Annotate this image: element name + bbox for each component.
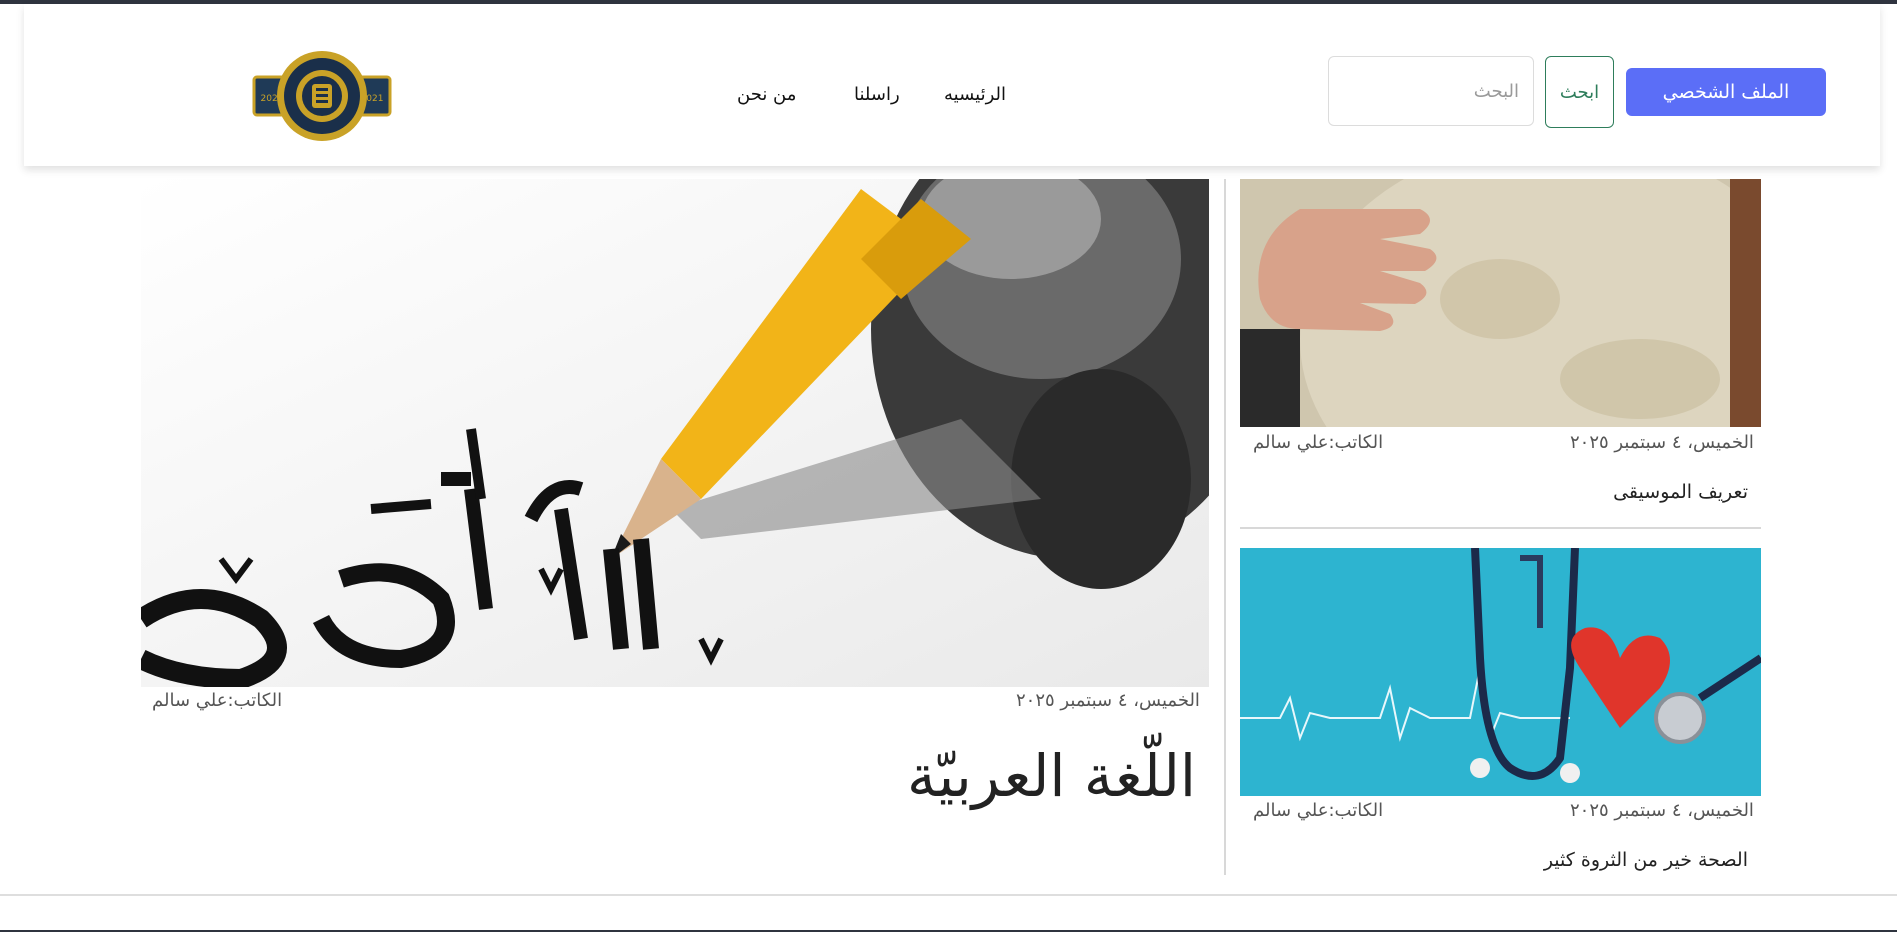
navbar: 2021 2021 الرئيسيه راسلنا من نحن ابحث ال… xyxy=(24,4,1880,166)
profile-button[interactable]: الملف الشخصي xyxy=(1626,68,1826,116)
footer-divider xyxy=(0,894,1897,896)
featured-article-title[interactable]: اللّغة العربيّة xyxy=(907,742,1196,810)
search-input[interactable] xyxy=(1328,56,1534,126)
side-articles-separator xyxy=(1240,527,1761,529)
nav-contact[interactable]: راسلنا xyxy=(854,84,900,105)
pencil-calligraphy-image xyxy=(141,179,1209,687)
site-logo[interactable]: 2021 2021 xyxy=(252,50,392,144)
featured-article-image[interactable] xyxy=(141,179,1209,687)
featured-article-author: الكاتب:علي سالم xyxy=(152,690,283,711)
side-article-1-author: الكاتب:علي سالم xyxy=(1253,432,1384,453)
side-article-1-title[interactable]: تعريف الموسيقى xyxy=(1613,481,1748,503)
side-article-2-author: الكاتب:علي سالم xyxy=(1253,800,1384,821)
nav-about[interactable]: من نحن xyxy=(737,84,796,105)
search-button[interactable]: ابحث xyxy=(1545,56,1614,128)
stethoscope-heart-image xyxy=(1240,548,1761,796)
side-article-2-title[interactable]: الصحة خير من الثروة كثير xyxy=(1544,849,1748,871)
side-article-2-image[interactable] xyxy=(1240,548,1761,796)
side-article-1-image[interactable] xyxy=(1240,179,1761,427)
side-article-2-date: الخميس، ٤ سبتمبر ٢٠٢٥ xyxy=(1570,800,1754,821)
column-divider xyxy=(1224,179,1226,875)
featured-article-date: الخميس، ٤ سبتمبر ٢٠٢٥ xyxy=(1016,690,1200,711)
frame-drum-image xyxy=(1240,179,1761,427)
nav-home[interactable]: الرئيسيه xyxy=(944,84,1006,105)
side-article-1-date: الخميس، ٤ سبتمبر ٢٠٢٥ xyxy=(1570,432,1754,453)
